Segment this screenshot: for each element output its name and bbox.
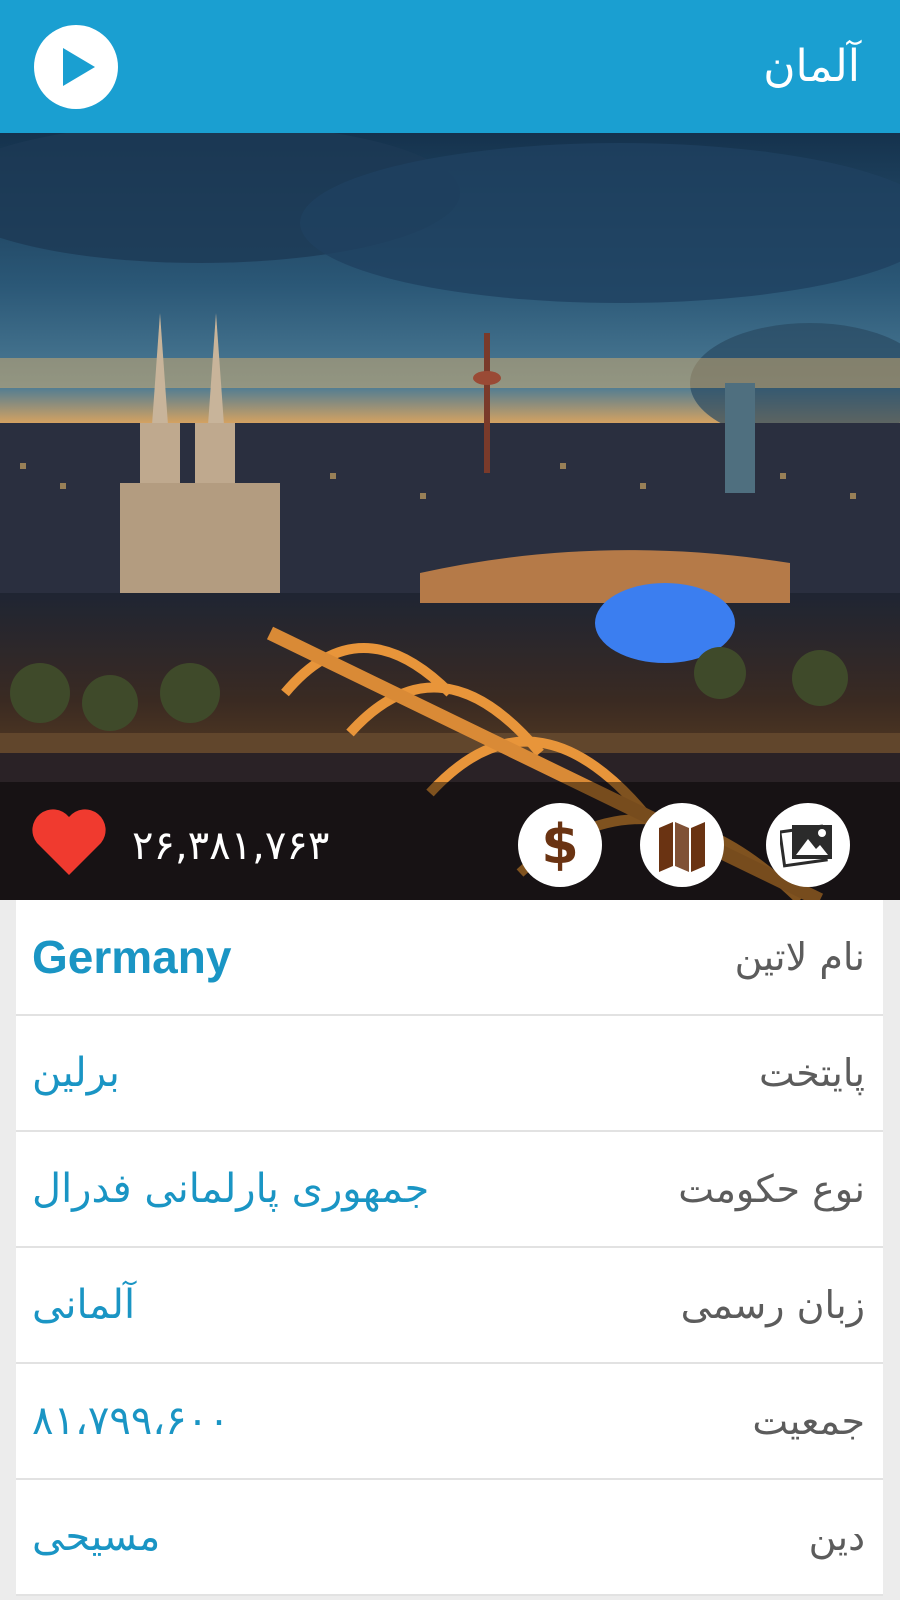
gallery-icon	[780, 824, 832, 868]
map-button[interactable]	[640, 803, 724, 887]
svg-text:$: $	[541, 815, 579, 875]
app-bar: آلمان	[0, 0, 900, 133]
government-value: جمهوری پارلمانی فدرال	[32, 1166, 430, 1212]
heart-icon	[32, 809, 106, 875]
play-icon	[63, 47, 95, 86]
gallery-button[interactable]	[766, 803, 850, 887]
religion-label: دین	[808, 1515, 865, 1559]
capital-label: پایتخت	[758, 1051, 865, 1095]
population-label: جمعیت	[752, 1399, 865, 1443]
language-value: آلمانی	[32, 1282, 136, 1328]
population-value: ۸۱،۷۹۹،۶۰۰	[32, 1398, 230, 1444]
religion-value: مسیحی	[32, 1514, 161, 1560]
favorite-button[interactable]	[29, 805, 109, 881]
capital-value: برلین	[32, 1050, 120, 1096]
info-row-latin-name: Germany نام لاتین	[16, 900, 883, 1016]
play-button[interactable]	[34, 24, 118, 109]
currency-icon: $	[541, 815, 579, 875]
favorite-count: ۲۶,۳۸۱,۷۶۳	[132, 823, 330, 869]
language-label: زبان رسمی	[680, 1283, 865, 1327]
info-row-religion: مسیحی دین	[16, 1480, 883, 1596]
info-row-population: ۸۱،۷۹۹،۶۰۰ جمعیت	[16, 1364, 883, 1480]
hero-overlay: ۲۶,۳۸۱,۷۶۳ $	[0, 133, 900, 900]
latin-name-value: Germany	[32, 931, 232, 983]
currency-button[interactable]: $	[518, 803, 602, 887]
map-icon	[659, 822, 705, 872]
country-info-list: Germany نام لاتین برلین پایتخت جمهوری پا…	[16, 900, 883, 1596]
page-title: آلمان	[763, 41, 860, 92]
info-row-government: جمهوری پارلمانی فدرال نوع حکومت	[16, 1132, 883, 1248]
info-row-language: آلمانی زبان رسمی	[16, 1248, 883, 1364]
info-row-capital: برلین پایتخت	[16, 1016, 883, 1132]
latin-name-label: نام لاتین	[734, 935, 865, 979]
government-label: نوع حکومت	[678, 1167, 865, 1211]
